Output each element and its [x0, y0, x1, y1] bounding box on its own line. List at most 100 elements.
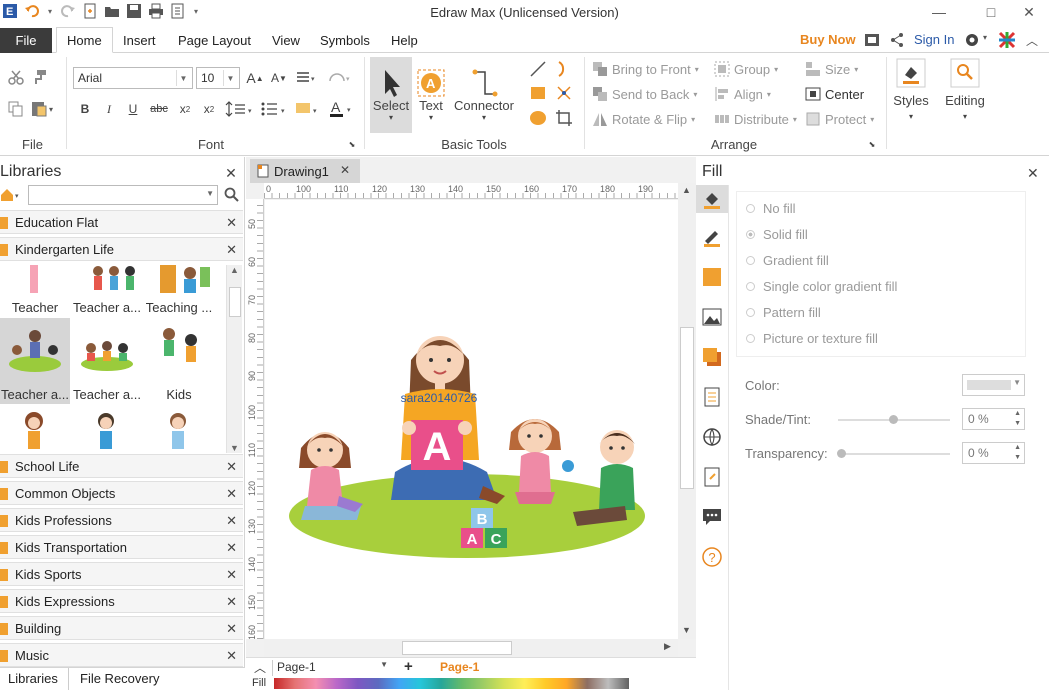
notes-icon[interactable]: [702, 467, 722, 490]
align-text-icon[interactable]: ▾: [294, 67, 320, 89]
transparency-input[interactable]: 0 % ▲ ▼: [962, 442, 1025, 464]
underline-icon[interactable]: U: [124, 99, 142, 119]
editing-button[interactable]: Editing ▾: [940, 57, 990, 147]
library-scrollbar[interactable]: ▲ ▼: [226, 265, 242, 453]
hyperlink-icon[interactable]: [702, 427, 722, 450]
bullets-icon[interactable]: ▾: [260, 99, 290, 119]
scroll-thumb[interactable]: [229, 287, 241, 317]
radio-button[interactable]: [746, 334, 755, 343]
library-shape[interactable]: [72, 405, 142, 455]
library-category[interactable]: Common Objects ✕: [0, 481, 243, 505]
radio-button[interactable]: [746, 256, 755, 265]
library-category[interactable]: Kids Expressions ✕: [0, 589, 243, 613]
scroll-up-icon[interactable]: ▲: [682, 185, 691, 195]
color-palette[interactable]: Fill: [246, 677, 696, 690]
collapse-icon[interactable]: ︿: [254, 659, 266, 676]
chevron-down-icon[interactable]: ▼: [380, 660, 388, 669]
close-icon[interactable]: ✕: [226, 567, 237, 583]
chevron-down-icon[interactable]: ▾: [482, 113, 486, 122]
fill-option-pattern-fill[interactable]: Pattern fill: [746, 305, 821, 320]
line-style-icon[interactable]: [702, 227, 722, 250]
shrink-font-icon[interactable]: A ▼: [268, 67, 290, 89]
tab-help[interactable]: Help: [381, 27, 428, 53]
settings-dropdown-icon[interactable]: ▾: [983, 33, 987, 42]
tab-symbols[interactable]: Symbols: [310, 27, 380, 53]
library-shape[interactable]: Kids: [144, 318, 214, 404]
tab-page-layout[interactable]: Page Layout: [168, 27, 261, 53]
chevron-down-icon[interactable]: ▾: [389, 113, 393, 122]
select-tool-button[interactable]: Select ▾: [370, 57, 412, 133]
library-shape[interactable]: [0, 405, 70, 455]
fill-option-no-fill[interactable]: No fill: [746, 201, 796, 216]
tab-libraries[interactable]: Libraries: [8, 671, 58, 686]
arrange-dialog-launcher-icon[interactable]: ⬊: [867, 139, 877, 149]
color-swatches[interactable]: [274, 678, 629, 689]
scroll-thumb[interactable]: [402, 641, 512, 655]
library-shape[interactable]: Teacher a...: [72, 318, 142, 404]
kindergarten-illustration[interactable]: A B A C sara20140726: [265, 200, 678, 640]
ellipse-tool-icon[interactable]: [528, 108, 548, 128]
copy-icon[interactable]: [6, 99, 26, 119]
fill-bucket-icon[interactable]: [696, 185, 728, 213]
align-button[interactable]: Align ▾: [714, 86, 771, 102]
tab-insert[interactable]: Insert: [113, 27, 166, 53]
library-category[interactable]: Kindergarten Life ✕: [0, 237, 243, 261]
spinner-arrows-icon[interactable]: ▲ ▼: [1014, 409, 1021, 429]
shadow-icon[interactable]: [702, 347, 722, 370]
chevron-down-icon[interactable]: ▼: [223, 70, 237, 86]
color-picker[interactable]: ▼: [962, 374, 1025, 396]
scroll-up-icon[interactable]: ▲: [230, 265, 239, 275]
spinner-arrows-icon[interactable]: ▲ ▼: [1014, 443, 1021, 463]
send-to-back-button[interactable]: Send to Back ▾: [592, 86, 697, 102]
rotate-flip-button[interactable]: Rotate & Flip ▾: [592, 111, 695, 127]
comment-icon[interactable]: [702, 507, 722, 530]
font-size-combo[interactable]: 10 ▼: [196, 67, 240, 89]
collapse-ribbon-icon[interactable]: ︿: [1026, 32, 1038, 49]
italic-icon[interactable]: I: [100, 99, 118, 119]
scroll-right-icon[interactable]: ▶: [664, 641, 671, 652]
chevron-down-icon[interactable]: ▼: [176, 70, 190, 86]
fill-option-solid-fill[interactable]: Solid fill: [746, 227, 808, 242]
chevron-down-icon[interactable]: ▾: [963, 112, 967, 121]
subscript-icon[interactable]: x2: [174, 99, 196, 119]
chevron-down-icon[interactable]: ▾: [909, 112, 913, 121]
radio-button[interactable]: [746, 308, 755, 317]
font-dialog-launcher-icon[interactable]: ⬊: [347, 139, 357, 149]
close-icon[interactable]: ✕: [226, 459, 237, 475]
buy-now-link[interactable]: Buy Now: [800, 32, 856, 47]
scroll-down-icon[interactable]: ▼: [682, 625, 691, 635]
close-icon[interactable]: ✕: [226, 648, 237, 664]
document-tab[interactable]: Drawing1 ✕: [250, 159, 360, 183]
superscript-icon[interactable]: x2: [198, 99, 220, 119]
library-shape[interactable]: [144, 405, 214, 455]
add-page-icon[interactable]: +: [404, 658, 413, 675]
text-direction-icon[interactable]: ▾: [326, 67, 354, 89]
search-icon[interactable]: [224, 187, 240, 206]
library-category[interactable]: Education Flat ✕: [0, 210, 243, 234]
distribute-button[interactable]: Distribute ▾: [714, 111, 797, 127]
close-button[interactable]: ✕: [1006, 0, 1049, 24]
close-icon[interactable]: ✕: [340, 163, 350, 177]
fill-option-gradient-fill[interactable]: Gradient fill: [746, 253, 829, 268]
close-icon[interactable]: ✕: [224, 166, 238, 180]
cut-icon[interactable]: [6, 67, 26, 87]
page-properties-icon[interactable]: [702, 387, 722, 410]
library-shape[interactable]: Teacher a...: [0, 318, 70, 404]
library-shape[interactable]: Teacher: [0, 261, 70, 317]
fill-option-picture-fill[interactable]: Picture or texture fill: [746, 331, 878, 346]
close-icon[interactable]: ✕: [226, 215, 237, 231]
fill-option-single-color-gradient[interactable]: Single color gradient fill: [746, 279, 897, 294]
tab-view[interactable]: View: [262, 27, 310, 53]
crop-tool-icon[interactable]: [554, 108, 574, 128]
bold-icon[interactable]: B: [76, 99, 94, 119]
library-category[interactable]: Kids Sports ✕: [0, 562, 243, 586]
horizontal-scrollbar[interactable]: ▶: [264, 639, 678, 657]
point-tool-icon[interactable]: [554, 83, 574, 103]
tab-home[interactable]: Home: [56, 27, 113, 53]
styles-button[interactable]: Styles ▾: [890, 57, 932, 147]
shade-tint-input[interactable]: 0 % ▲ ▼: [962, 408, 1025, 430]
close-icon[interactable]: ✕: [226, 513, 237, 529]
image-icon[interactable]: [702, 307, 722, 330]
share-icon[interactable]: [889, 32, 905, 51]
bring-to-front-button[interactable]: Bring to Front ▾: [592, 61, 699, 77]
